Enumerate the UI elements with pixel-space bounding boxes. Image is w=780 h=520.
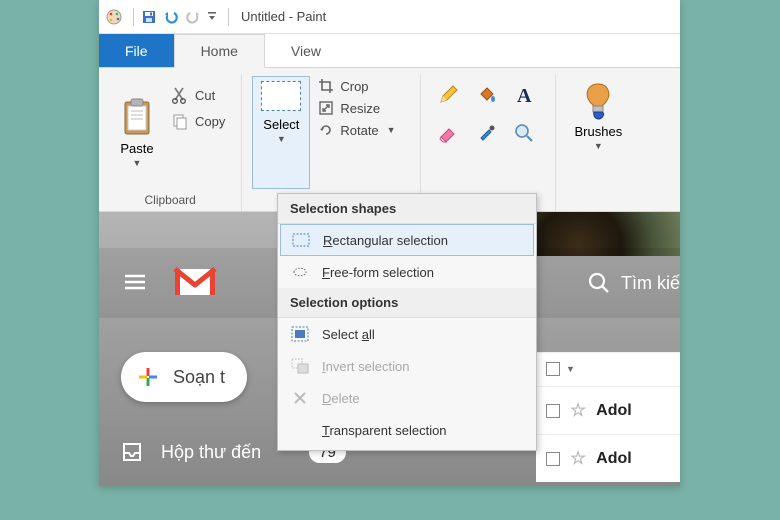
compose-label: Soạn t: [173, 367, 225, 388]
chevron-down-icon: ▼: [594, 141, 603, 151]
selection-options-header: Selection options: [278, 288, 536, 318]
chevron-down-icon[interactable]: ▼: [566, 364, 575, 374]
checkbox[interactable]: [546, 404, 560, 418]
clipboard-group: Paste ▼ Cut Copy Clipboard: [99, 74, 242, 211]
brushes-group: Brushes ▼: [556, 74, 640, 211]
mail-list-toolbar[interactable]: ▼: [536, 352, 680, 386]
delete-item: Delete: [278, 382, 536, 414]
undo-icon[interactable]: [162, 8, 180, 26]
compose-button[interactable]: Soạn t: [121, 352, 247, 402]
ribbon-tabs: File Home View: [99, 34, 680, 68]
selection-shapes-header: Selection shapes: [278, 194, 536, 224]
checkmark-placeholder-icon: [290, 420, 310, 440]
star-icon[interactable]: ☆: [570, 448, 586, 469]
gmail-search[interactable]: Tìm kiế: [587, 248, 680, 318]
color-picker-tool[interactable]: [473, 120, 499, 146]
separator: [228, 8, 229, 26]
mail-list: ▼ ☆ Adol ☆ Adol: [536, 352, 680, 482]
hamburger-icon[interactable]: [121, 268, 149, 299]
mail-sender: Adol: [596, 450, 632, 468]
plus-icon: [135, 364, 161, 390]
select-label: Select: [263, 117, 299, 132]
title-bar: Untitled - Paint: [99, 0, 680, 34]
view-tab[interactable]: View: [265, 34, 347, 67]
rotate-label: Rotate: [340, 123, 378, 138]
menu-item-label: Select all: [322, 327, 375, 342]
copy-label: Copy: [195, 114, 225, 129]
chevron-down-icon: ▼: [133, 158, 142, 168]
selection-rectangle-icon: [261, 81, 301, 111]
star-icon[interactable]: ☆: [570, 400, 586, 421]
search-placeholder: Tìm kiế: [621, 273, 680, 294]
text-tool[interactable]: A: [511, 82, 537, 108]
freeform-selection-item[interactable]: Free-form selection: [278, 256, 536, 288]
rectangular-selection-item[interactable]: Rectangular selection: [280, 224, 534, 256]
separator: [133, 8, 134, 26]
svg-text:A: A: [517, 85, 532, 106]
file-tab[interactable]: File: [99, 34, 174, 67]
home-tab[interactable]: Home: [174, 34, 265, 68]
tools-group: A: [421, 74, 556, 211]
menu-item-label: Rectangular selection: [323, 233, 448, 248]
select-all-checkbox[interactable]: [546, 362, 560, 376]
freeform-selection-icon: [290, 262, 310, 282]
paste-button[interactable]: Paste ▼: [109, 76, 165, 189]
image-group: Select ▼ Crop Resize Rotate ▼: [242, 74, 421, 211]
cut-button[interactable]: Cut: [165, 82, 231, 108]
magnifier-tool[interactable]: [511, 120, 537, 146]
search-icon: [587, 271, 611, 295]
crop-label: Crop: [340, 79, 368, 94]
select-dropdown: Selection shapes Rectangular selection F…: [277, 193, 537, 451]
redo-icon[interactable]: [184, 8, 202, 26]
transparent-selection-item[interactable]: Transparent selection: [278, 414, 536, 446]
qat-customize-icon[interactable]: [206, 8, 218, 26]
clipboard-group-label: Clipboard: [109, 189, 231, 207]
window-title: Untitled - Paint: [241, 9, 326, 24]
select-all-icon: [290, 324, 310, 344]
delete-icon: [290, 388, 310, 408]
select-all-item[interactable]: Select all: [278, 318, 536, 350]
inbox-label: Hộp thư đến: [161, 442, 261, 463]
checkbox[interactable]: [546, 452, 560, 466]
resize-button[interactable]: Resize: [318, 100, 406, 116]
ribbon: Paste ▼ Cut Copy Clipboard: [99, 68, 680, 212]
rectangular-selection-icon: [291, 230, 311, 250]
mail-row[interactable]: ☆ Adol: [536, 434, 680, 482]
rotate-button[interactable]: Rotate ▼: [318, 122, 406, 138]
copy-button[interactable]: Copy: [165, 108, 231, 134]
chevron-down-icon: ▼: [387, 125, 396, 135]
cut-label: Cut: [195, 88, 215, 103]
invert-selection-icon: [290, 356, 310, 376]
eraser-tool[interactable]: [435, 120, 461, 146]
chevron-down-icon: ▼: [277, 134, 286, 144]
gmail-logo-icon: [173, 265, 217, 302]
app-icon: [105, 8, 123, 26]
brushes-label: Brushes: [575, 124, 623, 139]
crop-button[interactable]: Crop: [318, 78, 406, 94]
menu-item-label: Invert selection: [322, 359, 409, 374]
menu-item-label: Free-form selection: [322, 265, 434, 280]
menu-item-label: Transparent selection: [322, 423, 447, 438]
menu-item-label: Delete: [322, 391, 360, 406]
mail-sender: Adol: [596, 402, 632, 420]
fill-tool[interactable]: [473, 82, 499, 108]
brushes-button[interactable]: Brushes ▼: [566, 76, 630, 189]
inbox-icon: [121, 441, 143, 463]
pencil-tool[interactable]: [435, 82, 461, 108]
resize-label: Resize: [340, 101, 380, 116]
paste-label: Paste: [120, 141, 153, 156]
save-icon[interactable]: [140, 8, 158, 26]
select-button[interactable]: Select ▼: [252, 76, 310, 189]
invert-selection-item: Invert selection: [278, 350, 536, 382]
mail-row[interactable]: ☆ Adol: [536, 386, 680, 434]
